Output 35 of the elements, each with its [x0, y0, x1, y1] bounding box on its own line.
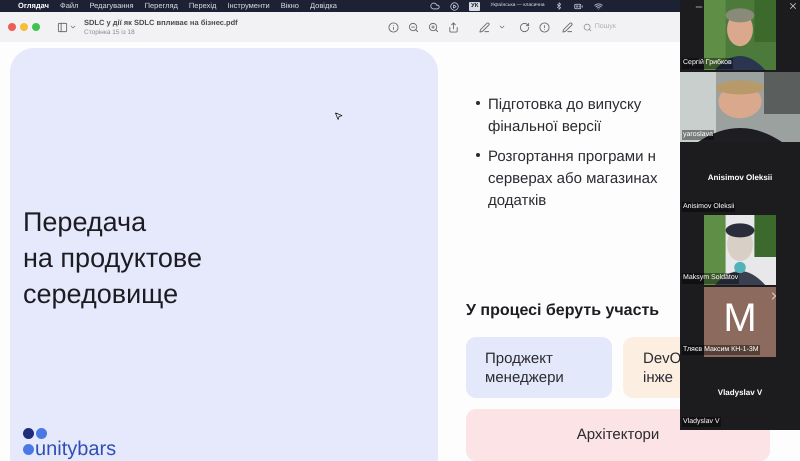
role-label: Архітектори: [576, 424, 660, 445]
participant-name: Vladyslav V: [718, 387, 762, 400]
role-label: DevO інже: [643, 348, 682, 386]
logo-dots-icon: [23, 428, 47, 439]
battery-icon[interactable]: [572, 2, 584, 10]
cloud-icon[interactable]: [430, 1, 440, 11]
chevron-icon[interactable]: [69, 23, 77, 31]
bullet-icon: [476, 153, 480, 157]
avatar-initial: M: [723, 302, 757, 333]
bullet-text: Підготовка до випуску фінальної версії: [488, 95, 642, 137]
slide-heading: Передача на продуктове середовище: [23, 206, 203, 311]
close-window-button[interactable]: [8, 23, 16, 31]
search-icon[interactable]: [582, 22, 592, 32]
zoom-in-icon[interactable]: [428, 22, 439, 32]
wifi-icon[interactable]: [594, 2, 603, 10]
zoom-out-icon[interactable]: [408, 22, 419, 32]
chevron-icon[interactable]: [498, 23, 506, 31]
markup-icon[interactable]: [538, 22, 550, 32]
bullet-text: Розгортання програми н серверах або магазинах додатків: [488, 147, 658, 211]
bluetooth-icon[interactable]: [554, 2, 563, 10]
rotate-icon[interactable]: [518, 22, 530, 32]
participant-name: Anisimov Oleksii: [708, 172, 772, 184]
play-icon[interactable]: [450, 2, 459, 10]
close-icon[interactable]: [788, 1, 798, 11]
role-label: Проджект менеджери: [485, 348, 564, 386]
pen-icon[interactable]: [478, 22, 490, 32]
form-icon[interactable]: [562, 22, 573, 32]
bullet-icon: [476, 101, 480, 105]
share-icon[interactable]: [448, 22, 459, 32]
mouse-pointer-icon: [334, 111, 343, 121]
sidebar-icon[interactable]: [57, 22, 68, 32]
logo-text: unitybars: [35, 439, 116, 459]
info-icon[interactable]: [388, 22, 399, 32]
section-title: У процесі беруть участь: [466, 301, 660, 321]
logo-dot-icon: [23, 444, 34, 454]
